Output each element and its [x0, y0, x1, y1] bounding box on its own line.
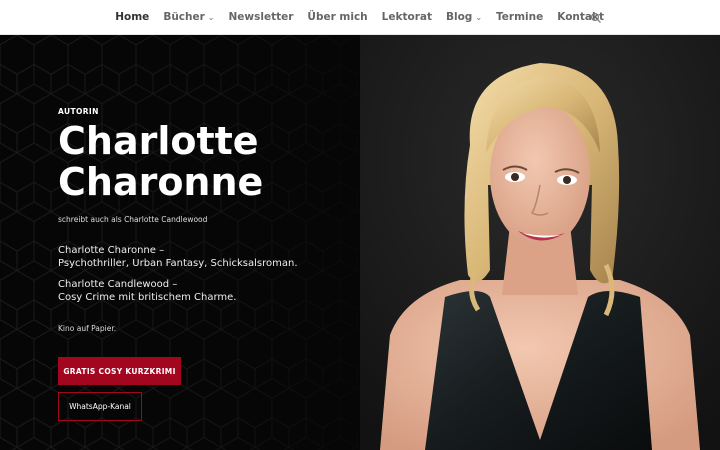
nav-item-label: Home — [115, 11, 150, 23]
nav-item-label: Newsletter — [228, 11, 294, 23]
hero-eyebrow: AUTORIN — [58, 107, 99, 116]
nav-item-termine[interactable]: Termine — [496, 11, 543, 23]
chevron-down-icon: ⌄ — [207, 12, 215, 22]
author-name: Charlotte Charonne — [58, 121, 358, 203]
nav-item-ueber-mich[interactable]: Über mich — [307, 11, 367, 23]
description-candlewood: Charlotte Candlewood – Cosy Crime mit br… — [58, 278, 236, 304]
description-line: Charlotte Candlewood – — [58, 279, 178, 290]
description-line: Charlotte Charonne – — [58, 245, 165, 256]
free-cosy-crime-button[interactable]: GRATIS COSY KURZKRIMI — [58, 357, 181, 385]
whatsapp-channel-button[interactable]: WhatsApp-Kanal — [58, 392, 142, 421]
tagline: Kino auf Papier. — [58, 324, 117, 333]
description-charonne: Charlotte Charonne – Psychothriller, Urb… — [58, 244, 298, 270]
nav-item-label: Lektorat — [381, 11, 432, 23]
nav-item-label: Bücher — [163, 11, 205, 23]
author-name-line2: Charonne — [58, 160, 264, 204]
chevron-down-icon: ⌄ — [475, 12, 483, 22]
search-icon[interactable] — [590, 12, 602, 24]
nav-item-newsletter[interactable]: Newsletter — [229, 11, 294, 23]
author-name-line1: Charlotte — [58, 119, 259, 163]
hero-text-panel: AUTORIN Charlotte Charonne schreibt auch… — [0, 35, 360, 450]
nav-item-blog[interactable]: Blog ⌄ — [446, 11, 482, 23]
portrait-illustration — [360, 35, 720, 450]
nav-item-lektorat[interactable]: Lektorat — [382, 11, 432, 23]
nav-item-label: Termine — [496, 11, 544, 23]
hexagon-pattern-background — [0, 35, 360, 450]
description-line: Cosy Crime mit britischem Charme. — [58, 292, 237, 303]
author-portrait-photo — [360, 35, 720, 450]
nav-item-label: Über mich — [307, 11, 368, 23]
nav-item-buecher[interactable]: Bücher ⌄ — [163, 11, 214, 23]
nav-item-label: Blog — [445, 11, 473, 23]
main-navigation: Home Bücher ⌄ Newsletter Über mich Lektor… — [0, 0, 720, 35]
nav-item-home[interactable]: Home — [115, 11, 149, 23]
description-line: Psychothriller, Urban Fantasy, Schicksal… — [58, 258, 298, 269]
pen-name-note: schreibt auch als Charlotte Candlewood — [58, 215, 208, 224]
